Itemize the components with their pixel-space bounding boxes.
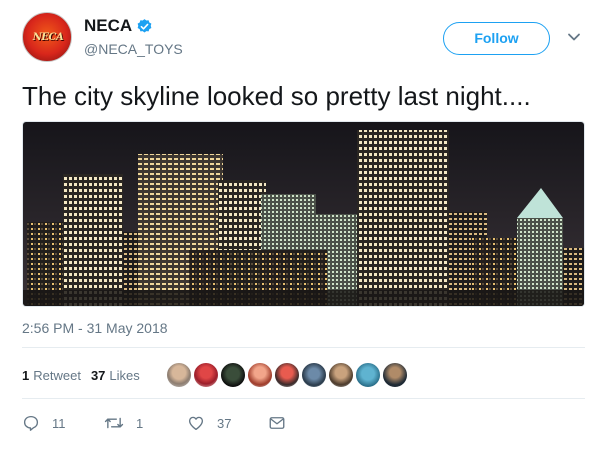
tweet-text: The city skyline looked so pretty last n…: [22, 81, 531, 111]
display-name[interactable]: NECA: [84, 16, 132, 36]
avatar[interactable]: NECA: [22, 12, 72, 62]
reply-count: 11: [52, 415, 66, 431]
retweet-icon: [104, 417, 124, 429]
liker-avatar[interactable]: [328, 362, 354, 388]
tweet-header: NECA NECA @NECA_TOYS Follow: [22, 12, 582, 72]
city-skyline-image: [23, 122, 584, 306]
chevron-down-icon[interactable]: [567, 32, 581, 42]
liker-avatar[interactable]: [274, 362, 300, 388]
envelope-icon: [269, 417, 285, 429]
reply-icon: [23, 415, 39, 431]
like-count: 37: [217, 415, 232, 431]
user-names: NECA @NECA_TOYS: [84, 16, 183, 57]
liker-avatar[interactable]: [301, 362, 327, 388]
retweets-count[interactable]: 1: [22, 368, 29, 383]
liker-avatar[interactable]: [193, 362, 219, 388]
tweet-stats: 1 Retweet 37 Likes: [22, 368, 140, 383]
liker-avatar[interactable]: [355, 362, 381, 388]
likes-count[interactable]: 37: [91, 368, 105, 383]
dm-action[interactable]: [268, 414, 286, 432]
follow-button[interactable]: Follow: [443, 22, 550, 55]
verified-badge-icon: [137, 18, 152, 33]
liker-avatar[interactable]: [166, 362, 192, 388]
reply-action[interactable]: 11: [22, 414, 66, 432]
heart-icon: [188, 416, 204, 431]
retweets-label[interactable]: Retweet: [33, 368, 81, 383]
divider: [22, 398, 585, 399]
liker-avatar[interactable]: [247, 362, 273, 388]
liker-avatar[interactable]: [382, 362, 408, 388]
tweet-timestamp[interactable]: 2:56 PM - 31 May 2018: [22, 320, 168, 336]
retweet-count: 1: [136, 415, 144, 431]
tweet-actions: 11 1 37: [22, 414, 322, 434]
tweet-photo[interactable]: [22, 121, 585, 307]
divider: [22, 347, 585, 348]
liker-avatars: [166, 362, 409, 388]
user-handle[interactable]: @NECA_TOYS: [84, 41, 183, 57]
retweet-action[interactable]: 1: [104, 414, 143, 432]
liker-avatar[interactable]: [220, 362, 246, 388]
avatar-logo: NECA: [32, 32, 64, 43]
like-action[interactable]: 37: [187, 414, 231, 432]
likes-label[interactable]: Likes: [109, 368, 139, 383]
